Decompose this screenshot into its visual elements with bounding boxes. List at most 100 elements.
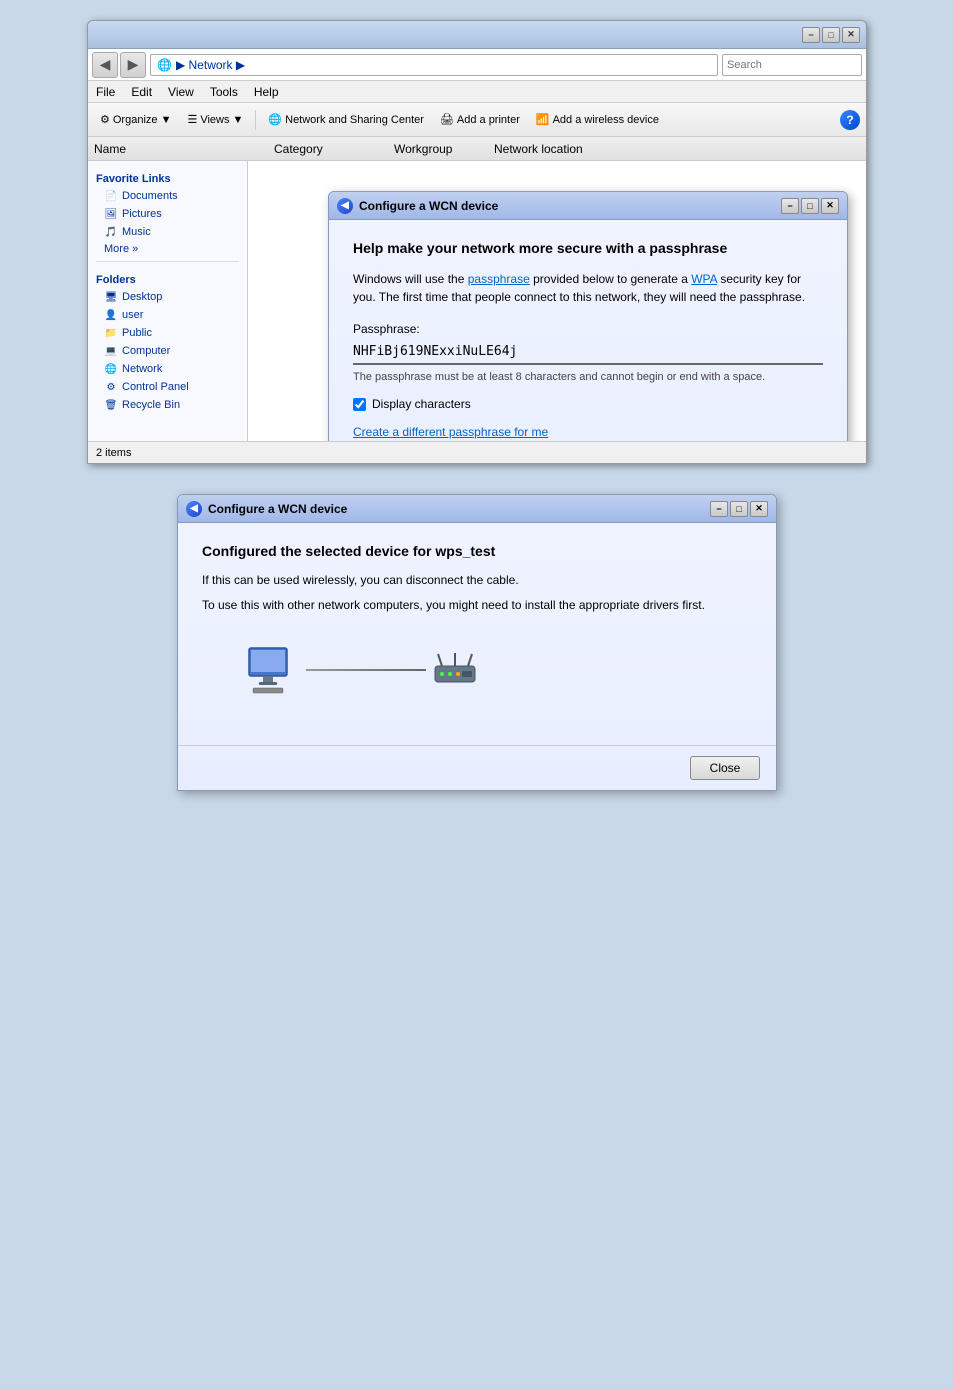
second-section: ◀ Configure a WCN device − □ ✕ Configure… xyxy=(177,494,777,791)
computer-icon: 💻 xyxy=(104,344,118,358)
help-button[interactable]: ? xyxy=(840,110,860,130)
sidebar-item-music-label: Music xyxy=(122,226,151,238)
dialog-maximize-button[interactable]: □ xyxy=(801,198,819,214)
sidebar-item-pictures-label: Pictures xyxy=(122,208,162,220)
sidebar-item-control-panel[interactable]: ⚙ Control Panel xyxy=(88,378,247,396)
recycle-bin-icon: 🗑 xyxy=(104,398,118,412)
dialog-title: ◀ Configure a WCN device xyxy=(337,198,498,214)
sidebar-item-network[interactable]: 🌐 Network xyxy=(88,360,247,378)
folders-title: Folders xyxy=(88,270,247,288)
col-workgroup-header[interactable]: Workgroup xyxy=(394,142,494,156)
dialog-minimize-button[interactable]: − xyxy=(781,198,799,214)
success-dialog-close-btn[interactable]: ✕ xyxy=(750,501,768,517)
sidebar-item-computer-label: Computer xyxy=(122,345,170,357)
create-different-passphrase-link[interactable]: Create a different passphrase for me xyxy=(353,425,823,439)
success-dialog-body: Configured the selected device for wps_t… xyxy=(178,523,776,745)
title-bar: − □ ✕ xyxy=(88,21,866,49)
dialog-links: Create a different passphrase for me Sho… xyxy=(353,425,823,441)
add-printer-button[interactable]: 🖨 Add a printer xyxy=(434,107,526,133)
sidebar-item-documents-label: Documents xyxy=(122,190,178,202)
printer-icon: 🖨 xyxy=(440,113,454,126)
main-area: ◀ Configure a WCN device − □ ✕ Help make… xyxy=(248,161,866,441)
sidebar-item-desktop[interactable]: 🖥 Desktop xyxy=(88,288,247,306)
network-icon: 🌐 xyxy=(268,113,282,126)
menu-tools[interactable]: Tools xyxy=(206,83,242,101)
close-button[interactable]: ✕ xyxy=(842,27,860,43)
sidebar-item-music[interactable]: 🎵 Music xyxy=(88,223,247,241)
menu-bar: File Edit View Tools Help xyxy=(88,81,866,103)
display-characters-checkbox[interactable] xyxy=(353,398,366,411)
wcn-success-dialog: ◀ Configure a WCN device − □ ✕ Configure… xyxy=(177,494,777,791)
wcn-passphrase-dialog: ◀ Configure a WCN device − □ ✕ Help make… xyxy=(328,191,848,441)
success-text2: To use this with other network computers… xyxy=(202,596,752,615)
passphrase-label: Passphrase: xyxy=(353,322,823,336)
close-button[interactable]: Close xyxy=(690,756,760,780)
views-button[interactable]: ☰ Views ▼ xyxy=(181,107,249,133)
menu-file[interactable]: File xyxy=(92,83,119,101)
passphrase-value: NHFiBj619NExxiNuLE64j xyxy=(353,340,823,363)
menu-edit[interactable]: Edit xyxy=(127,83,156,101)
public-icon: 📁 xyxy=(104,326,118,340)
success-dialog-icon: ◀ xyxy=(186,501,202,517)
sidebar-item-public[interactable]: 📁 Public xyxy=(88,324,247,342)
sidebar: Favorite Links 📄 Documents 🖼 Pictures 🎵 … xyxy=(88,161,248,441)
dialog-controls: − □ ✕ xyxy=(781,198,839,214)
device-connection-visual xyxy=(242,645,752,695)
minimize-button[interactable]: − xyxy=(802,27,820,43)
add-wireless-button[interactable]: 📶 Add a wireless device xyxy=(530,107,665,133)
forward-button[interactable]: ▶ xyxy=(120,52,146,78)
network-folder-icon: 🌐 xyxy=(104,362,118,376)
sidebar-item-user[interactable]: 👤 user xyxy=(88,306,247,324)
passphrase-link[interactable]: passphrase xyxy=(468,272,530,286)
organize-icon: ⚙ xyxy=(100,113,110,126)
desktop-icon: 🖥 xyxy=(104,290,118,304)
title-bar-controls: − □ ✕ xyxy=(802,27,860,43)
computer-device-icon xyxy=(242,645,302,695)
breadcrumb[interactable]: 🌐 ▶ Network ▶ xyxy=(150,54,718,76)
explorer-content: Favorite Links 📄 Documents 🖼 Pictures 🎵 … xyxy=(88,161,866,441)
sidebar-item-computer[interactable]: 💻 Computer xyxy=(88,342,247,360)
network-sharing-button[interactable]: 🌐 Network and Sharing Center xyxy=(262,107,430,133)
passphrase-description: Windows will use the passphrase provided… xyxy=(353,270,823,306)
success-dialog-minimize-btn[interactable]: − xyxy=(710,501,728,517)
favorite-links-title: Favorite Links xyxy=(88,169,247,187)
dialog-close-button[interactable]: ✕ xyxy=(821,198,839,214)
column-header: Name Category Workgroup Network location xyxy=(88,137,866,161)
menu-help[interactable]: Help xyxy=(250,83,283,101)
col-name-header[interactable]: Name xyxy=(94,142,274,156)
success-dialog-maximize-btn[interactable]: □ xyxy=(730,501,748,517)
toolbar-separator xyxy=(255,110,256,130)
success-dialog-controls: − □ ✕ xyxy=(710,501,768,517)
search-input[interactable] xyxy=(727,59,867,71)
sidebar-item-control-panel-label: Control Panel xyxy=(122,381,189,393)
connection-line xyxy=(306,669,426,671)
sidebar-item-recycle-bin-label: Recycle Bin xyxy=(122,399,180,411)
sidebar-item-recycle-bin[interactable]: 🗑 Recycle Bin xyxy=(88,396,247,414)
documents-icon: 📄 xyxy=(104,189,118,203)
item-count: 2 items xyxy=(96,447,131,459)
views-icon: ☰ xyxy=(187,113,197,126)
success-dialog-footer: Close xyxy=(178,745,776,790)
wpa-link[interactable]: WPA xyxy=(691,272,717,286)
passphrase-heading: Help make your network more secure with … xyxy=(353,240,823,256)
search-box: 🔍 xyxy=(722,54,862,76)
back-button[interactable]: ◀ xyxy=(92,52,118,78)
toolbar: ⚙ Organize ▼ ☰ Views ▼ 🌐 Network and Sha… xyxy=(88,103,866,137)
success-dialog-title: ◀ Configure a WCN device xyxy=(186,501,347,517)
display-characters-row: Display characters xyxy=(353,397,823,411)
sidebar-item-more-label: More » xyxy=(104,243,138,255)
music-icon: 🎵 xyxy=(104,225,118,239)
passphrase-field: NHFiBj619NExxiNuLE64j xyxy=(353,340,823,365)
col-location-header[interactable]: Network location xyxy=(494,142,860,156)
sidebar-item-more[interactable]: More » xyxy=(88,241,247,257)
user-icon: 👤 xyxy=(104,308,118,322)
maximize-button[interactable]: □ xyxy=(822,27,840,43)
organize-button[interactable]: ⚙ Organize ▼ xyxy=(94,107,177,133)
sidebar-item-documents[interactable]: 📄 Documents xyxy=(88,187,247,205)
menu-view[interactable]: View xyxy=(164,83,198,101)
explorer-window: − □ ✕ ◀ ▶ 🌐 ▶ Network ▶ 🔍 File Edit View… xyxy=(87,20,867,464)
sidebar-item-network-label: Network xyxy=(122,363,162,375)
col-category-header[interactable]: Category xyxy=(274,142,394,156)
sidebar-item-pictures[interactable]: 🖼 Pictures xyxy=(88,205,247,223)
dialog-body: Help make your network more secure with … xyxy=(329,220,847,441)
